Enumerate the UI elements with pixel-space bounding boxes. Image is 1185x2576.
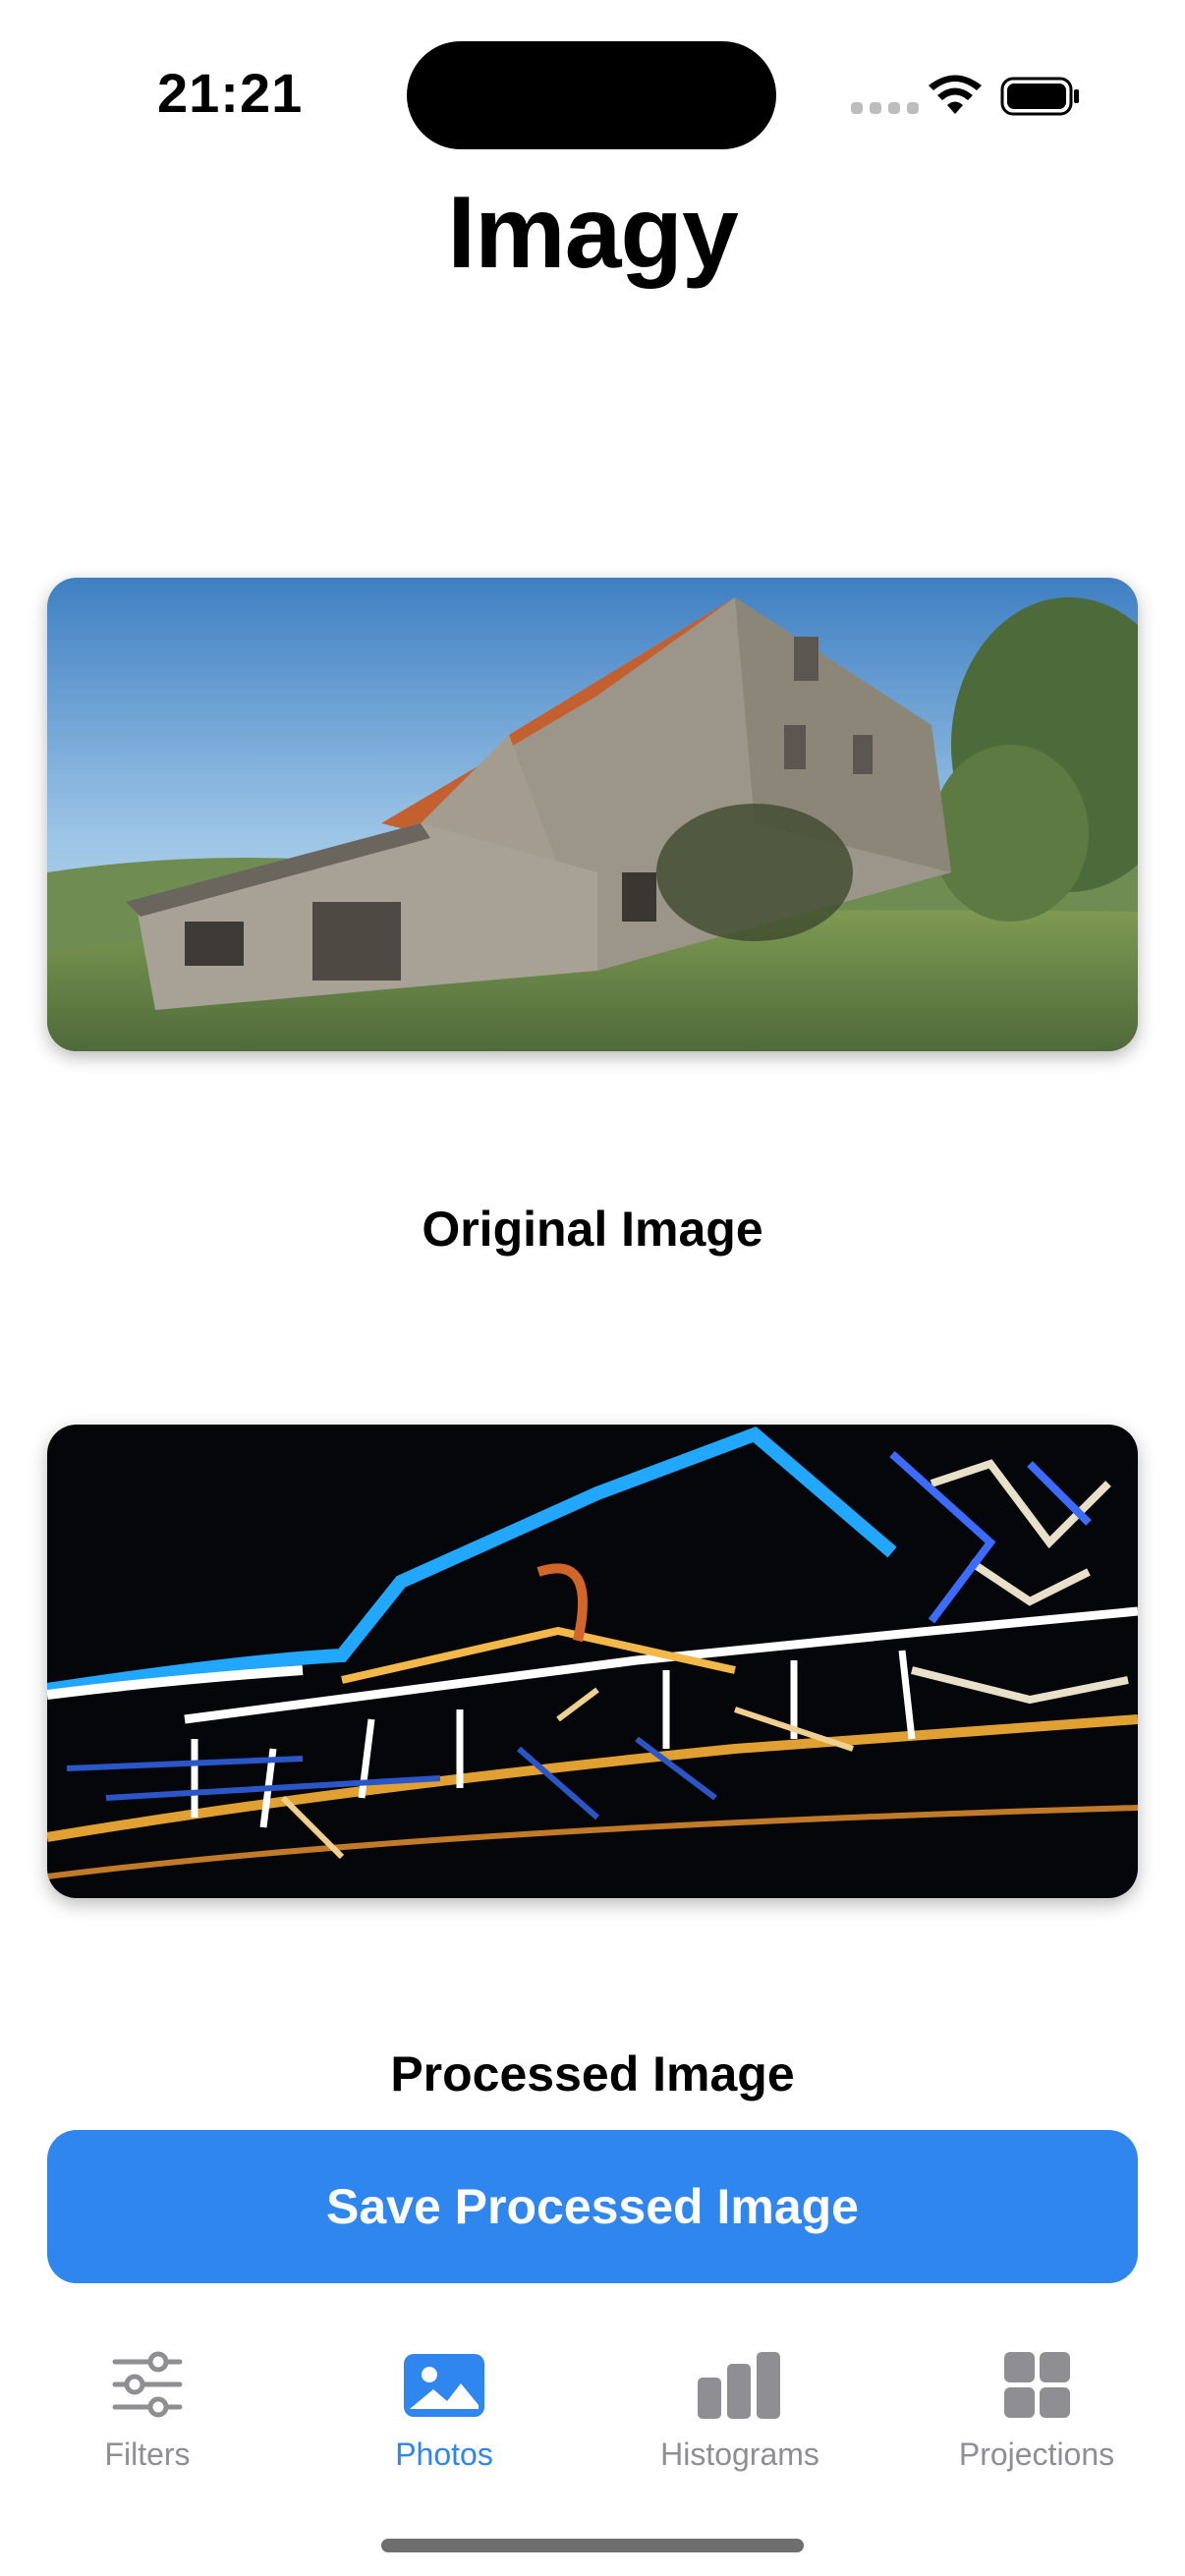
grid-icon [1004,2352,1070,2418]
tab-histograms[interactable]: Histograms [592,2348,887,2486]
tab-projections[interactable]: Projections [889,2348,1184,2486]
cellular-signal-icon [851,102,919,114]
tab-photos-label: Photos [395,2436,493,2472]
home-indicator[interactable] [381,2539,804,2552]
processed-image-caption: Processed Image [390,2046,795,2101]
wifi-icon [929,75,982,114]
tab-histograms-label: Histograms [660,2436,819,2472]
dynamic-island [407,41,776,149]
battery-icon [1000,77,1079,116]
original-image-caption: Original Image [422,1202,763,1257]
original-image [47,578,1138,1051]
save-processed-image-button[interactable]: Save Processed Image [47,2130,1138,2283]
tab-filters[interactable]: Filters [0,2348,295,2486]
tab-photos[interactable]: Photos [297,2348,592,2486]
processed-image [47,1425,1138,1898]
status-time: 21:21 [157,62,304,124]
sliders-icon [112,2351,183,2418]
tab-projections-label: Projections [958,2436,1115,2472]
tab-filters-label: Filters [104,2436,191,2472]
photo-icon [404,2354,484,2417]
page-title: Imagy [447,176,739,290]
bar-chart-icon [698,2352,780,2419]
